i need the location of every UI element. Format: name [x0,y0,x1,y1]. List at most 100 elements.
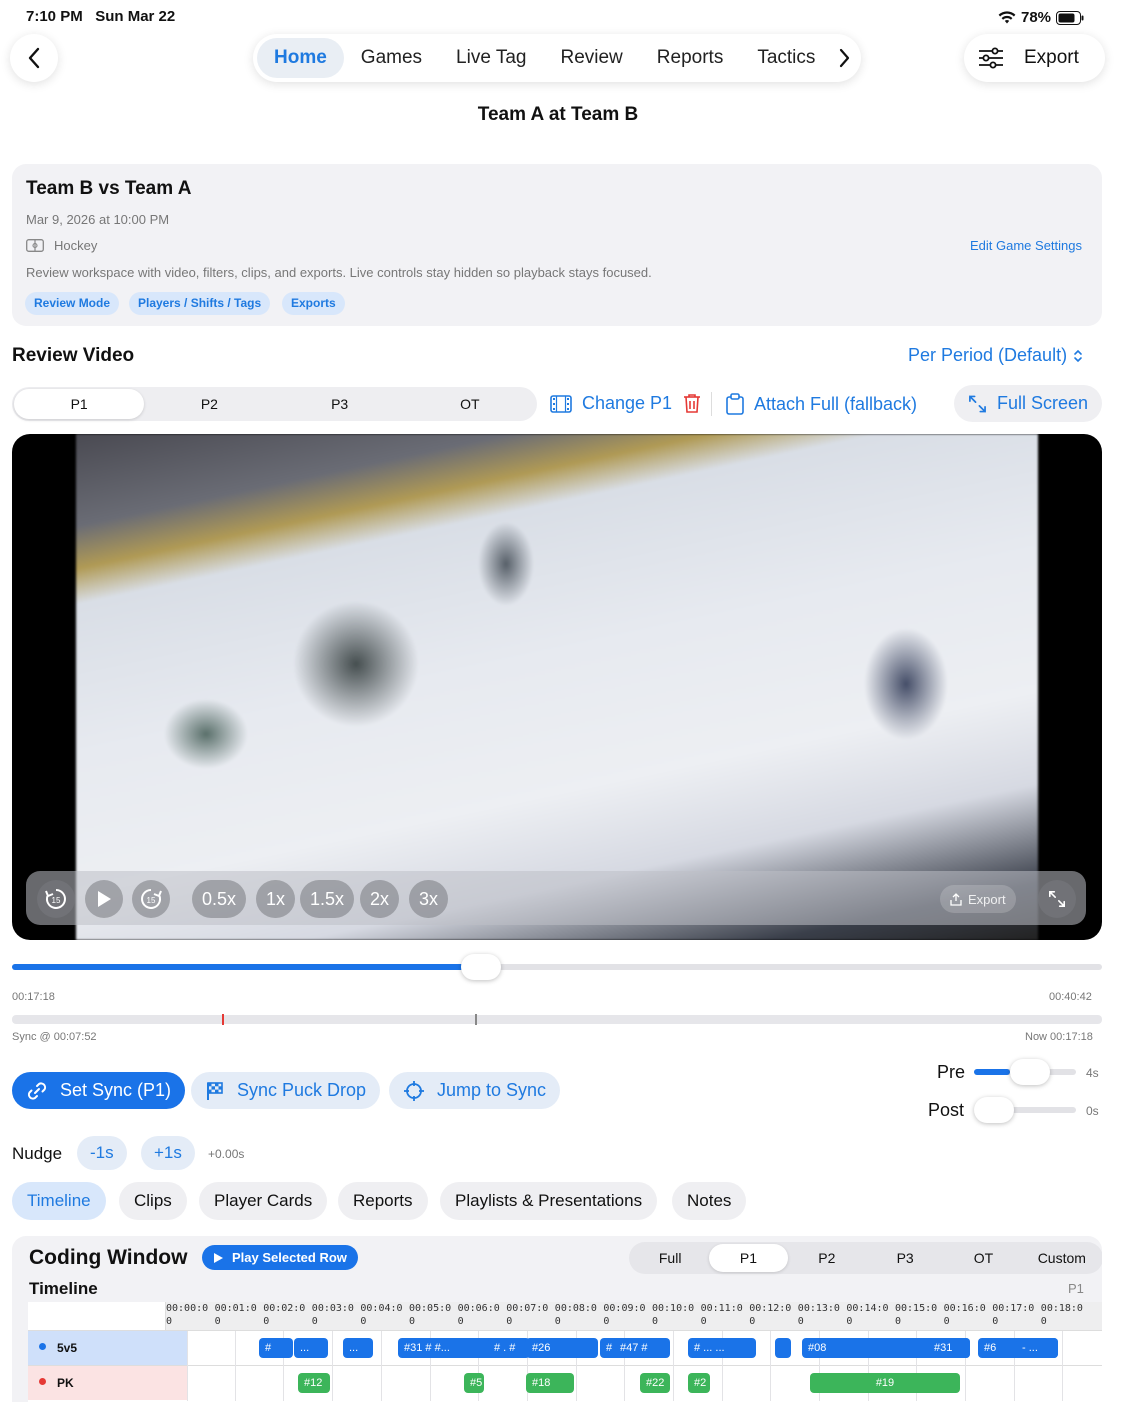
tab-playlists[interactable]: Playlists & Presentations [440,1182,658,1220]
timeline-event[interactable]: #12 [298,1373,330,1393]
chip-exports[interactable]: Exports [282,292,345,315]
jump-to-sync-button[interactable]: Jump to Sync [389,1072,561,1109]
sync-puck-drop-label: Sync Puck Drop [237,1080,367,1100]
speed-3x[interactable]: 3x [409,880,449,918]
clipboard-icon [726,393,744,415]
row-label-pk[interactable]: PK [28,1366,187,1400]
change-period-video[interactable]: Change P1 [550,393,672,414]
pre-slider-fill [974,1069,1010,1075]
chevron-right-icon[interactable] [838,48,850,68]
timeline-event[interactable]: #22 [640,1373,670,1393]
timeline-event[interactable]: # . # [488,1338,526,1358]
speed-2x[interactable]: 2x [360,880,400,918]
period-p1[interactable]: P1 [14,389,145,419]
svg-text:15: 15 [147,896,156,905]
tick-label: 00:17:0 0 [992,1303,1035,1327]
chip-review-mode[interactable]: Review Mode [25,292,120,315]
nav-live-tag[interactable]: Live Tag [439,38,543,78]
nudge-minus-button[interactable]: -1s [77,1136,127,1170]
timeline-event[interactable]: ... [343,1338,373,1358]
timeline-event[interactable]: #18 [526,1373,574,1393]
tick-label: 00:10:0 0 [652,1303,695,1327]
grid-line [381,1331,382,1401]
timeline-event[interactable]: #5 [464,1373,484,1393]
tick-label: 00:02:0 0 [263,1303,306,1327]
coding-period-ot[interactable]: OT [944,1244,1022,1272]
export-button[interactable]: Export [1024,47,1079,69]
pre-slider-thumb[interactable] [1009,1059,1050,1085]
timeline-event[interactable]: #26 [526,1338,598,1358]
chip-players-shifts-tags[interactable]: Players / Shifts / Tags [129,292,271,315]
nav-review[interactable]: Review [543,38,639,78]
review-video-heading: Review Video [12,345,135,366]
speed-1-5x[interactable]: 1.5x [300,880,355,918]
scrubber-thumb[interactable] [460,954,501,980]
coding-period-p1[interactable]: P1 [709,1244,788,1272]
video-player[interactable]: 15 15 0.5x 1x 1.5x 2x 3x Export [12,434,1102,940]
period-p2[interactable]: P2 [144,389,274,419]
share-icon [950,892,962,906]
tick-label: 00:12:0 0 [749,1303,792,1327]
nav-tactics[interactable]: Tactics [740,38,832,78]
link-icon [27,1081,47,1100]
tab-timeline[interactable]: Timeline [12,1182,106,1220]
tick-label: 00:15:0 0 [895,1303,938,1327]
period-mode-select[interactable]: Per Period (Default) [908,345,1083,366]
timeline-event[interactable]: #31 [928,1338,970,1358]
skip-back-15-button[interactable]: 15 [37,880,75,918]
speed-1x[interactable]: 1x [256,880,296,918]
trash-icon[interactable] [683,393,701,414]
period-p3[interactable]: P3 [275,389,405,419]
nav-games[interactable]: Games [344,38,439,78]
tab-reports[interactable]: Reports [338,1182,428,1220]
play-selected-row-button[interactable]: Play Selected Row [202,1245,358,1270]
timeline-event[interactable]: #19 [810,1373,960,1393]
back-button[interactable] [10,34,58,82]
tab-notes[interactable]: Notes [672,1182,747,1220]
coding-period-full[interactable]: Full [631,1244,709,1272]
sliders-icon[interactable] [978,47,1004,69]
scrubber-track[interactable] [12,964,1102,970]
speed-0-5x[interactable]: 0.5x [192,880,247,918]
timeline-event[interactable]: ... [294,1338,328,1358]
timeline-event[interactable]: # ... ... [688,1338,756,1358]
video-fullscreen-button[interactable] [1038,880,1076,918]
nav-reports[interactable]: Reports [640,38,741,78]
filter-export-group: Export [964,34,1105,82]
grid-line [1062,1331,1063,1401]
tab-player-cards[interactable]: Player Cards [199,1182,328,1220]
page-title: Team A at Team B [477,104,639,125]
tick-label: 00:01:0 0 [214,1303,257,1327]
post-slider-thumb[interactable] [974,1097,1014,1123]
edit-game-settings-link[interactable]: Edit Game Settings [970,238,1082,253]
timeline-event[interactable]: #47 # [614,1338,670,1358]
timeline-event[interactable]: #2 [688,1373,710,1393]
nav-home[interactable]: Home [257,38,344,78]
post-label: Post [928,1100,965,1120]
set-sync-button[interactable]: Set Sync (P1) [12,1072,186,1109]
sync-track[interactable] [12,1014,1102,1025]
period-ot[interactable]: OT [405,389,535,419]
row-label-5v5[interactable]: 5v5 [28,1331,187,1365]
play-icon [214,1252,223,1263]
full-screen-button[interactable]: Full Screen [954,385,1102,422]
coding-period-p2[interactable]: P2 [788,1244,866,1272]
timeline-event[interactable] [775,1338,791,1358]
video-export-button[interactable]: Export [940,885,1016,913]
coding-period-custom[interactable]: Custom [1023,1244,1101,1272]
sync-puck-drop-button[interactable]: Sync Puck Drop [191,1072,381,1109]
coding-period-p3[interactable]: P3 [866,1244,944,1272]
skip-forward-15-button[interactable]: 15 [132,880,170,918]
divider [28,1330,1102,1331]
timeline-event[interactable]: - ... [1016,1338,1058,1358]
timeline-event[interactable]: # [259,1338,293,1358]
timeline-period-tag: P1 [1068,1281,1084,1296]
jump-to-sync-label: Jump to Sync [437,1080,547,1100]
video-export-label: Export [968,891,1006,907]
tab-clips[interactable]: Clips [119,1182,187,1220]
play-button[interactable] [85,880,123,918]
battery-percent: 78% [1021,9,1052,26]
attach-full-button[interactable]: Attach Full (fallback) [726,393,917,415]
current-time: 00:17:18 [12,991,55,1003]
nudge-plus-button[interactable]: +1s [141,1136,195,1170]
